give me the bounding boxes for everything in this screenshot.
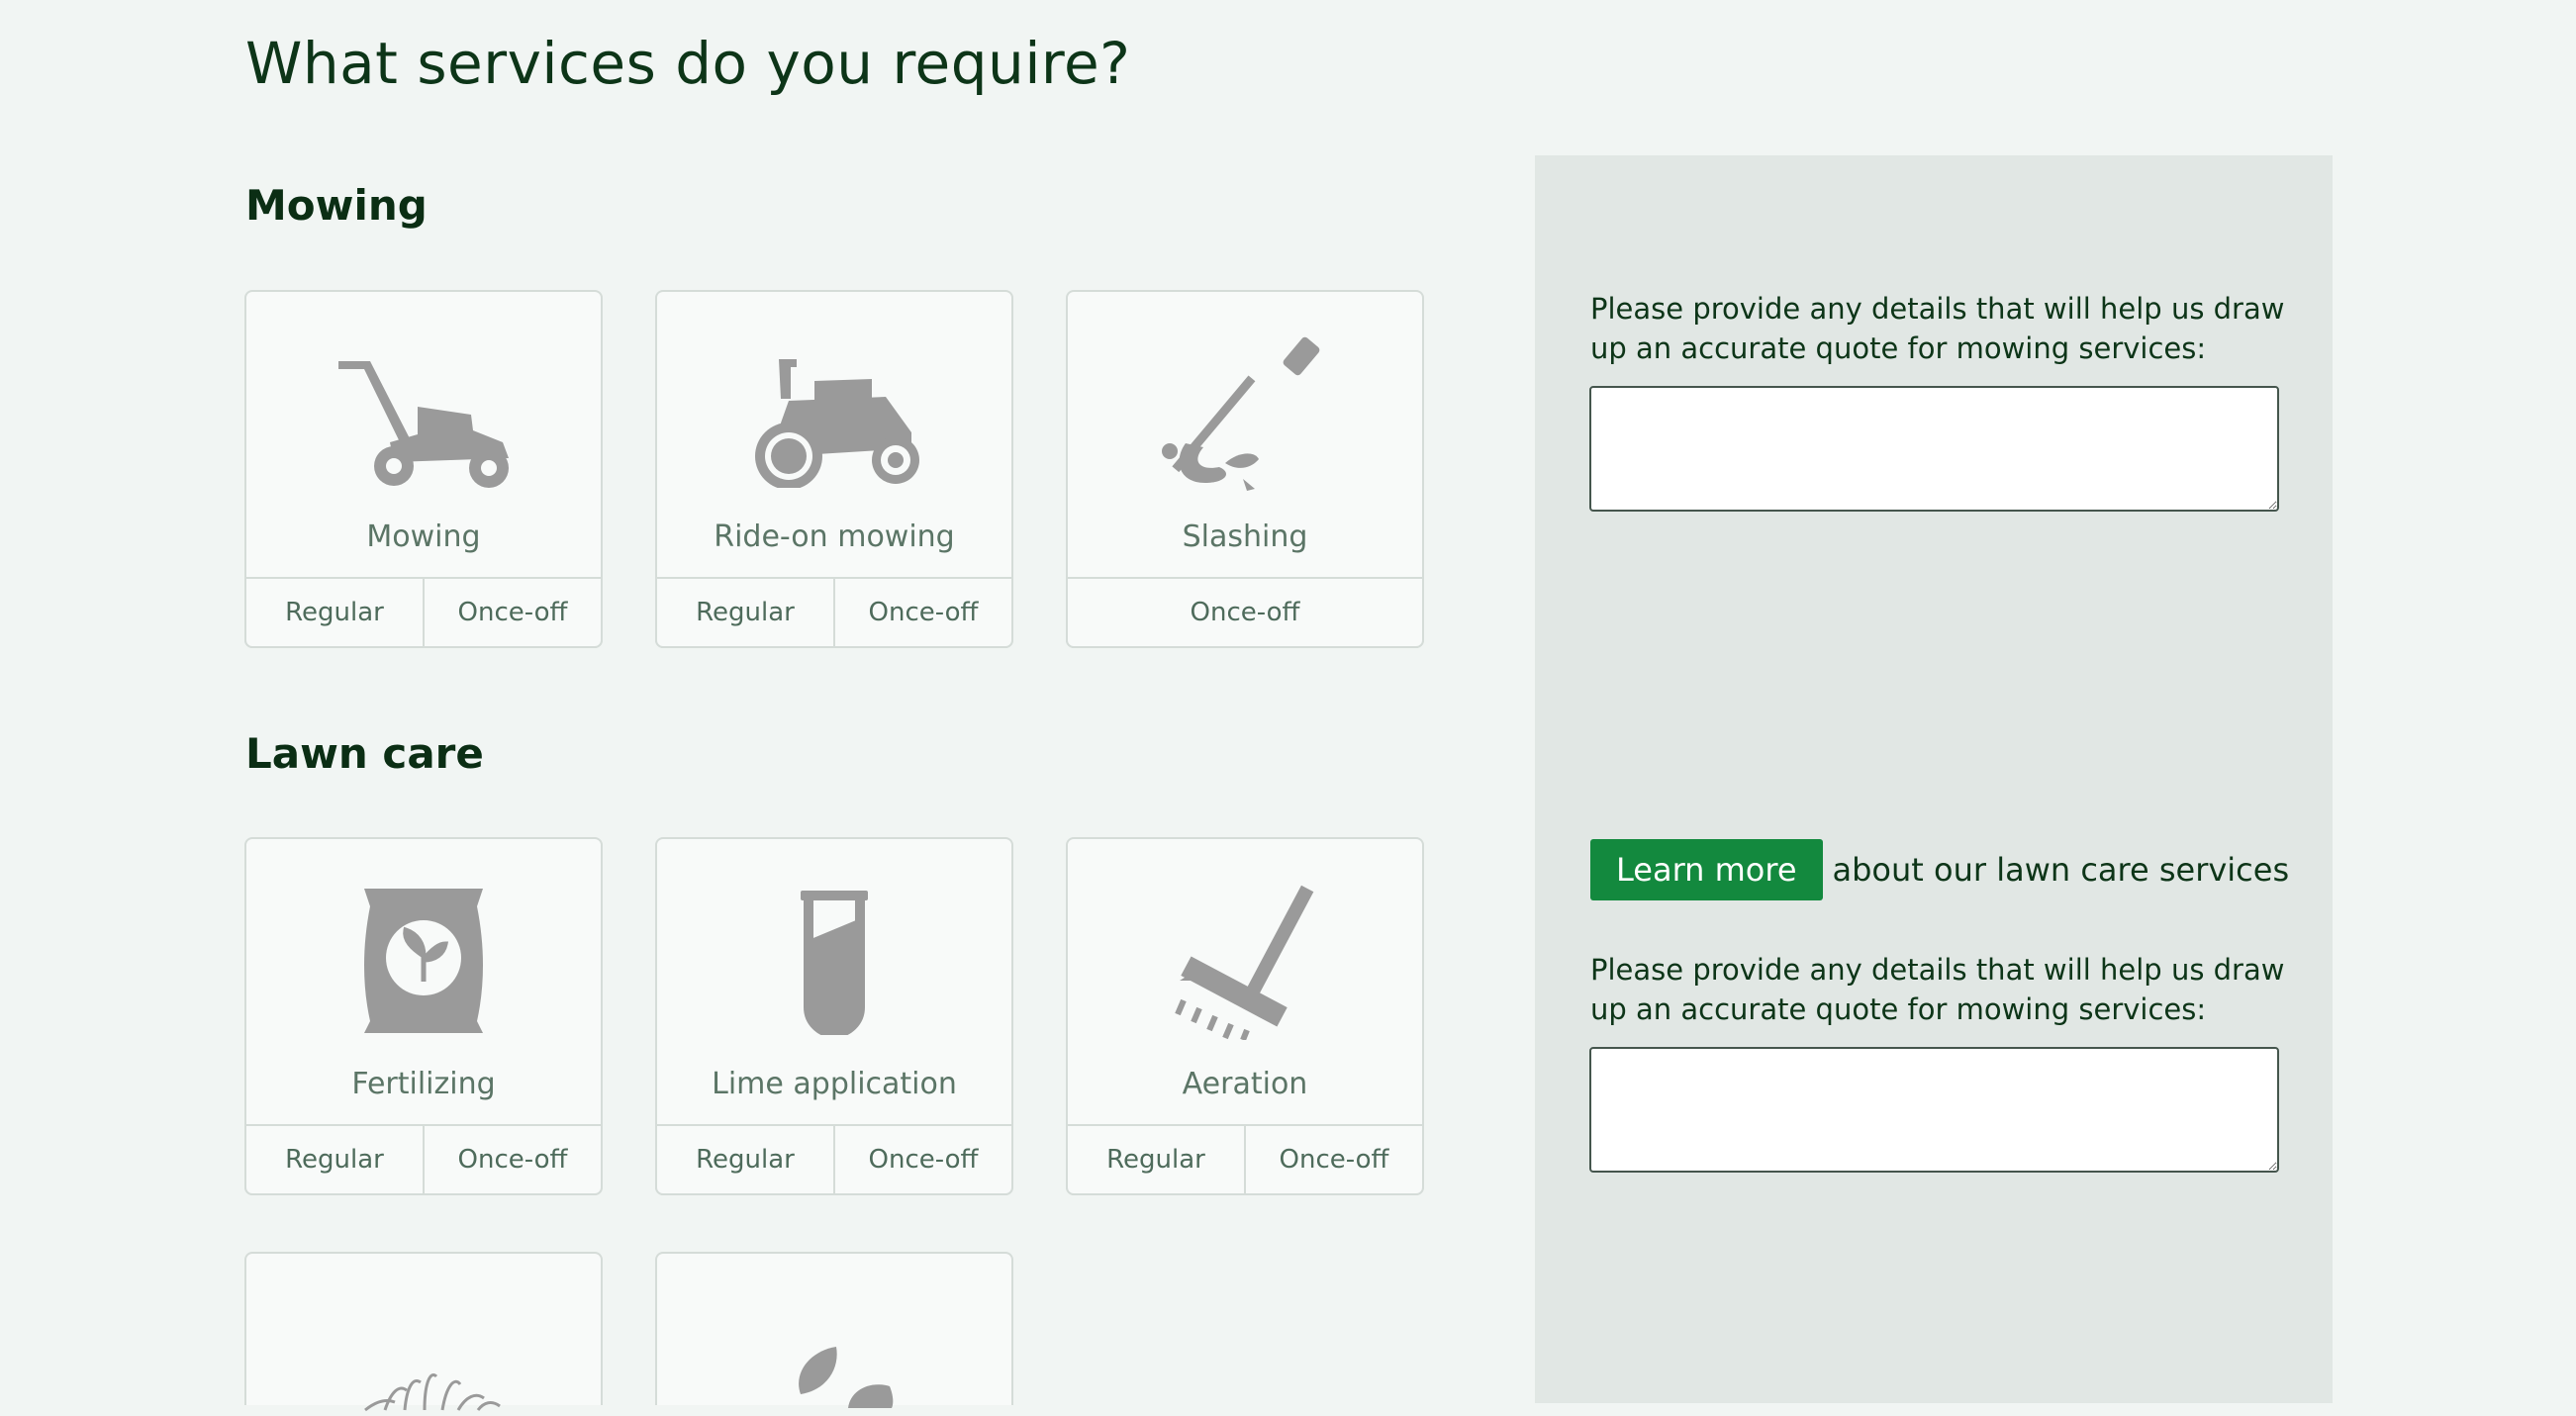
service-card-partial[interactable]: [244, 1252, 603, 1412]
lawn-care-details-prompt: Please provide any details that will hel…: [1590, 953, 2285, 1026]
page-title: What services do you require?: [245, 30, 1131, 97]
lawn-care-details-textarea[interactable]: [1589, 1047, 2279, 1173]
regular-button[interactable]: Regular: [246, 579, 423, 646]
service-card-label: Fertilizing: [351, 1067, 496, 1101]
service-card-label: Lime application: [712, 1067, 957, 1101]
once-off-button[interactable]: Once-off: [423, 1126, 601, 1193]
learn-more-text: about our lawn care services: [1832, 851, 2290, 889]
service-card-mowing[interactable]: Mowing Regular Once-off: [244, 290, 603, 648]
once-off-button[interactable]: Once-off: [423, 579, 601, 646]
frequency-options: Regular Once-off: [655, 577, 1013, 648]
service-card-slashing[interactable]: Slashing Once-off: [1066, 290, 1424, 648]
ride-on-mower-icon: [657, 330, 1011, 498]
once-off-button[interactable]: Once-off: [1068, 579, 1422, 646]
regular-button[interactable]: Regular: [1068, 1126, 1244, 1193]
frequency-options: Once-off: [1066, 577, 1424, 648]
push-mower-icon: [246, 330, 601, 498]
service-card-aeration[interactable]: Aeration Regular Once-off: [1066, 837, 1424, 1195]
regular-button[interactable]: Regular: [246, 1126, 423, 1193]
section-title-lawn-care: Lawn care: [245, 729, 484, 778]
test-tube-icon: [657, 877, 1011, 1045]
learn-more-row: Learn more about our lawn care services: [1590, 838, 2289, 901]
fertilizer-bag-icon: [246, 877, 601, 1045]
once-off-button[interactable]: Once-off: [1244, 1126, 1422, 1193]
service-card-lime-application[interactable]: Lime application Regular Once-off: [655, 837, 1013, 1195]
aerator-icon: [1068, 877, 1422, 1045]
service-card-label: Aeration: [1182, 1067, 1308, 1101]
regular-button[interactable]: Regular: [657, 1126, 833, 1193]
service-card-partial[interactable]: [655, 1252, 1013, 1408]
mowing-details-textarea[interactable]: [1589, 386, 2279, 512]
service-card-label: Mowing: [366, 519, 481, 554]
service-card-ride-on-mowing[interactable]: Ride-on mowing Regular Once-off: [655, 290, 1013, 648]
frequency-options: Regular Once-off: [244, 577, 603, 648]
service-card-label: Ride-on mowing: [714, 519, 955, 554]
service-card-label: Slashing: [1182, 519, 1308, 554]
leaves-icon: [791, 1345, 900, 1412]
once-off-button[interactable]: Once-off: [833, 579, 1011, 646]
frequency-options: Regular Once-off: [244, 1124, 603, 1195]
service-card-fertilizing[interactable]: Fertilizing Regular Once-off: [244, 837, 603, 1195]
learn-more-button[interactable]: Learn more: [1590, 839, 1823, 900]
weed-icon: [355, 1363, 504, 1416]
regular-button[interactable]: Regular: [657, 579, 833, 646]
mowing-details-prompt: Please provide any details that will hel…: [1590, 292, 2285, 365]
frequency-options: Regular Once-off: [655, 1124, 1013, 1195]
once-off-button[interactable]: Once-off: [833, 1126, 1011, 1193]
frequency-options: Regular Once-off: [1066, 1124, 1424, 1195]
section-title-mowing: Mowing: [245, 181, 428, 230]
details-panel: Please provide any details that will hel…: [1535, 155, 2333, 1403]
line-trimmer-icon: [1068, 330, 1422, 498]
